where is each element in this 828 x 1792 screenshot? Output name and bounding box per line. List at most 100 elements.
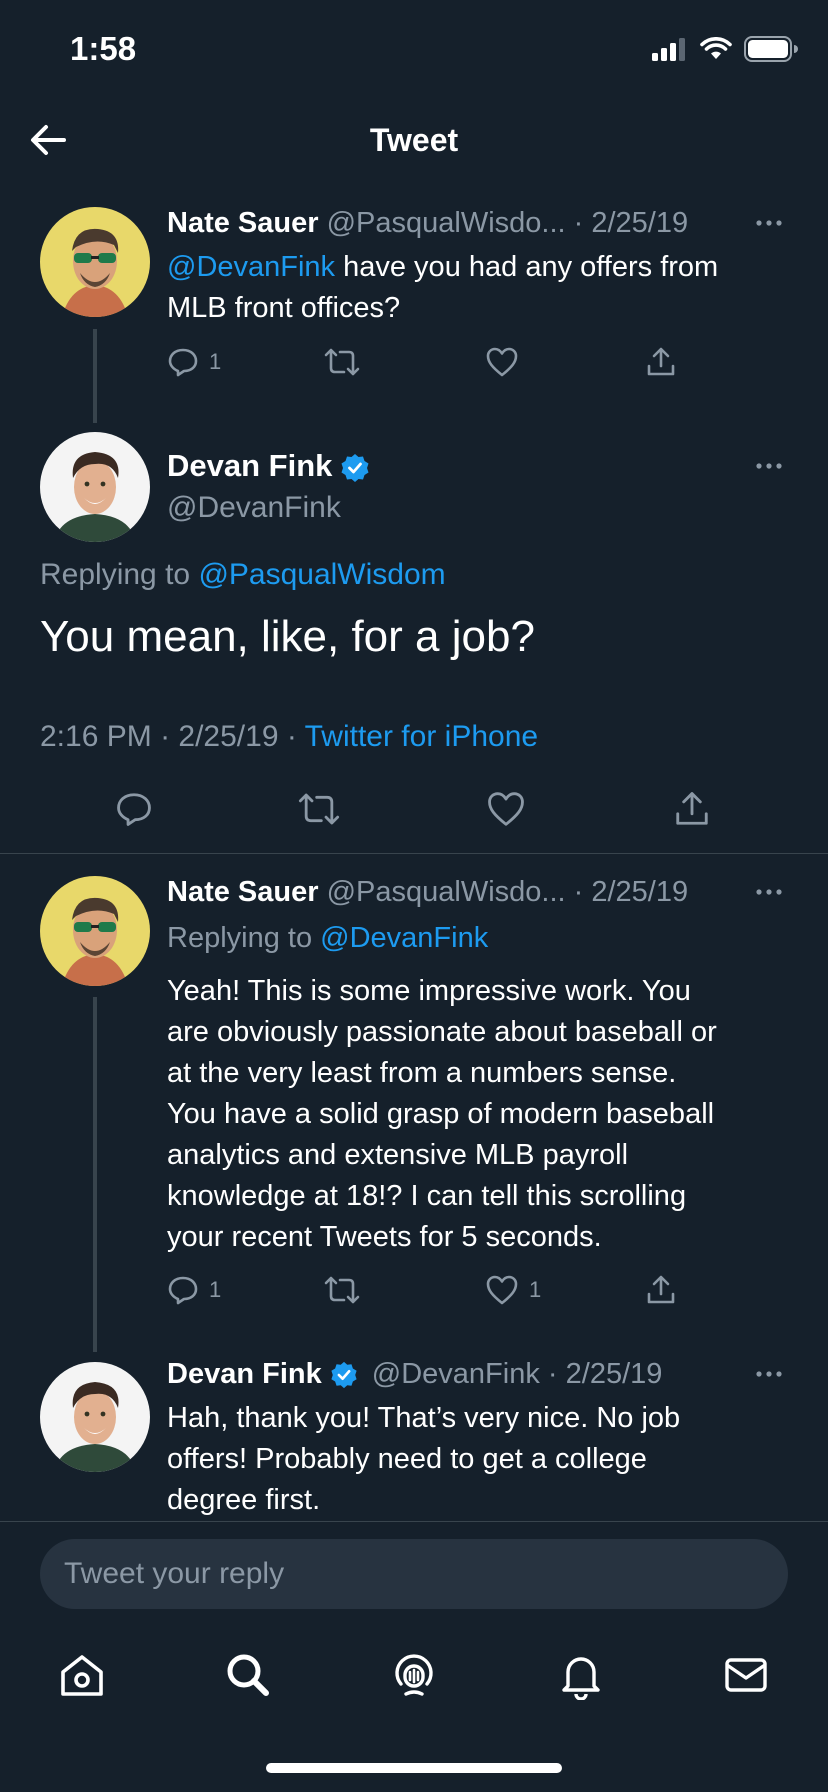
retweet-icon <box>298 793 340 825</box>
author-handle[interactable]: @DevanFink <box>372 1358 540 1390</box>
separator: · <box>573 207 584 239</box>
author-handle[interactable]: @PasqualWisdo... <box>327 207 566 239</box>
tweet-text-line: degree first. <box>167 1484 321 1516</box>
tweet-text: Hah, thank you! That’s very nice. No job… <box>167 1398 797 1521</box>
author-name[interactable]: Nate Sauer <box>167 207 319 239</box>
reply-input[interactable]: Tweet your reply <box>40 1539 788 1609</box>
reply-icon <box>168 348 198 377</box>
like-icon <box>488 792 524 826</box>
like-count: 1 <box>529 1277 542 1302</box>
verified-icon <box>341 453 369 482</box>
tweet-header: Devan Fink @DevanFink · 2/25/19 <box>167 1356 662 1392</box>
thread-line <box>93 329 97 423</box>
tweet-time: 2:16 PM <box>40 720 152 753</box>
author-handle[interactable]: @PasqualWisdo... <box>327 876 566 908</box>
share-button[interactable] <box>645 346 677 378</box>
thread-line <box>93 997 97 1352</box>
tweet-date[interactable]: 2/25/19 <box>566 1358 663 1390</box>
more-button[interactable] <box>754 877 784 907</box>
more-button[interactable] <box>754 1359 784 1389</box>
spaces-icon <box>395 1654 433 1696</box>
tab-notifications[interactable] <box>556 1650 606 1700</box>
tweet-text-line: Yeah! This is some impressive work. You <box>167 975 691 1007</box>
like-button[interactable] <box>486 790 526 828</box>
replying-to-link[interactable]: @PasqualWisdom <box>198 558 445 591</box>
notifications-icon <box>562 1657 600 1700</box>
share-icon <box>647 347 675 376</box>
separator: · <box>573 876 584 908</box>
share-button[interactable] <box>673 790 711 828</box>
reply-button[interactable]: 1 <box>167 346 221 378</box>
tweet-text-line: Hah, thank you! That’s very nice. No job <box>167 1402 681 1434</box>
mention-link[interactable]: @DevanFink <box>167 251 335 283</box>
tweet-text-line: knowledge at 18!? I can tell this scroll… <box>167 1180 687 1212</box>
like-button[interactable]: 1 <box>485 1274 541 1306</box>
tweet-date: 2/25/19 <box>178 720 279 753</box>
retweet-icon <box>324 1276 360 1304</box>
tab-search[interactable] <box>223 1650 273 1700</box>
tweet-source-link[interactable]: Twitter for iPhone <box>305 720 538 753</box>
cellular-signal-icon <box>652 38 685 61</box>
author-handle[interactable]: @DevanFink <box>167 490 341 526</box>
search-icon <box>227 1654 269 1696</box>
tweet-date[interactable]: 2/25/19 <box>591 876 688 908</box>
separator: · <box>278 720 305 753</box>
tab-home[interactable] <box>57 1650 107 1700</box>
retweet-button[interactable] <box>324 346 360 378</box>
divider <box>0 853 828 854</box>
like-icon <box>486 1275 518 1305</box>
author-name[interactable]: Devan Fink <box>167 1358 322 1390</box>
verified-icon <box>331 1362 357 1389</box>
reply-icon <box>168 1276 198 1305</box>
replying-to: Replying to @DevanFink <box>167 920 488 956</box>
tweet-text-line: offers! Probably need to get a college <box>167 1443 647 1475</box>
more-button[interactable] <box>754 208 784 238</box>
more-icon <box>756 1371 782 1377</box>
reply-button[interactable]: 1 <box>167 1274 221 1306</box>
share-button[interactable] <box>645 1274 677 1306</box>
tweet-actions: 1 <box>167 346 787 380</box>
replying-to-link[interactable]: @DevanFink <box>320 922 488 954</box>
more-button[interactable] <box>754 451 784 481</box>
author-name[interactable]: Devan Fink <box>167 448 332 483</box>
tweet-text-line: your recent Tweets for 5 seconds. <box>167 1221 602 1253</box>
status-bar: 1:58 <box>0 0 828 100</box>
replying-prefix: Replying to <box>40 558 199 591</box>
battery-icon <box>744 36 798 62</box>
retweet-button[interactable] <box>324 1274 360 1306</box>
retweet-button[interactable] <box>298 790 340 828</box>
avatar-nate-sauer[interactable] <box>40 207 150 317</box>
like-icon <box>486 347 518 377</box>
like-button[interactable] <box>485 346 519 378</box>
messages-icon <box>725 1658 767 1692</box>
author-name[interactable]: Nate Sauer <box>167 876 319 908</box>
reply-placeholder: Tweet your reply <box>64 1557 285 1590</box>
reply-button[interactable] <box>115 790 153 828</box>
wifi-icon <box>700 37 732 59</box>
tab-messages[interactable] <box>721 1650 771 1700</box>
tweet-header: Nate Sauer @PasqualWisdo... · 2/25/19 <box>167 205 688 241</box>
avatar-nate-sauer[interactable] <box>40 876 150 986</box>
main-author-name-row: Devan Fink <box>167 448 370 484</box>
more-icon <box>756 889 782 895</box>
tweet-date[interactable]: 2/25/19 <box>591 207 688 239</box>
tweet-header: Nate Sauer @PasqualWisdo... · 2/25/19 <box>167 874 688 910</box>
tweet-text-line: MLB front offices? <box>167 292 401 324</box>
tweet-text-line: You have a solid grasp of modern basebal… <box>167 1098 715 1130</box>
tweet-text-line: analytics and extensive MLB payroll <box>167 1139 629 1171</box>
reply-icon <box>117 793 151 826</box>
tab-spaces[interactable] <box>389 1650 439 1700</box>
main-tweet-actions <box>0 790 828 830</box>
status-icons <box>652 36 798 62</box>
tab-bar <box>0 1640 828 1710</box>
status-time: 1:58 <box>70 30 137 67</box>
more-icon <box>756 220 782 226</box>
main-tweet-text: You mean, like, for a job? <box>40 612 535 661</box>
tweet-text: Yeah! This is some impressive work. You … <box>167 971 797 1258</box>
avatar-devan-fink[interactable] <box>40 432 150 542</box>
avatar-devan-fink[interactable] <box>40 1362 150 1472</box>
tweet-text-line: are obviously passionate about baseball … <box>167 1016 717 1048</box>
share-icon <box>647 1275 675 1304</box>
separator: · <box>547 1358 558 1390</box>
replying-prefix: Replying to <box>167 922 321 954</box>
